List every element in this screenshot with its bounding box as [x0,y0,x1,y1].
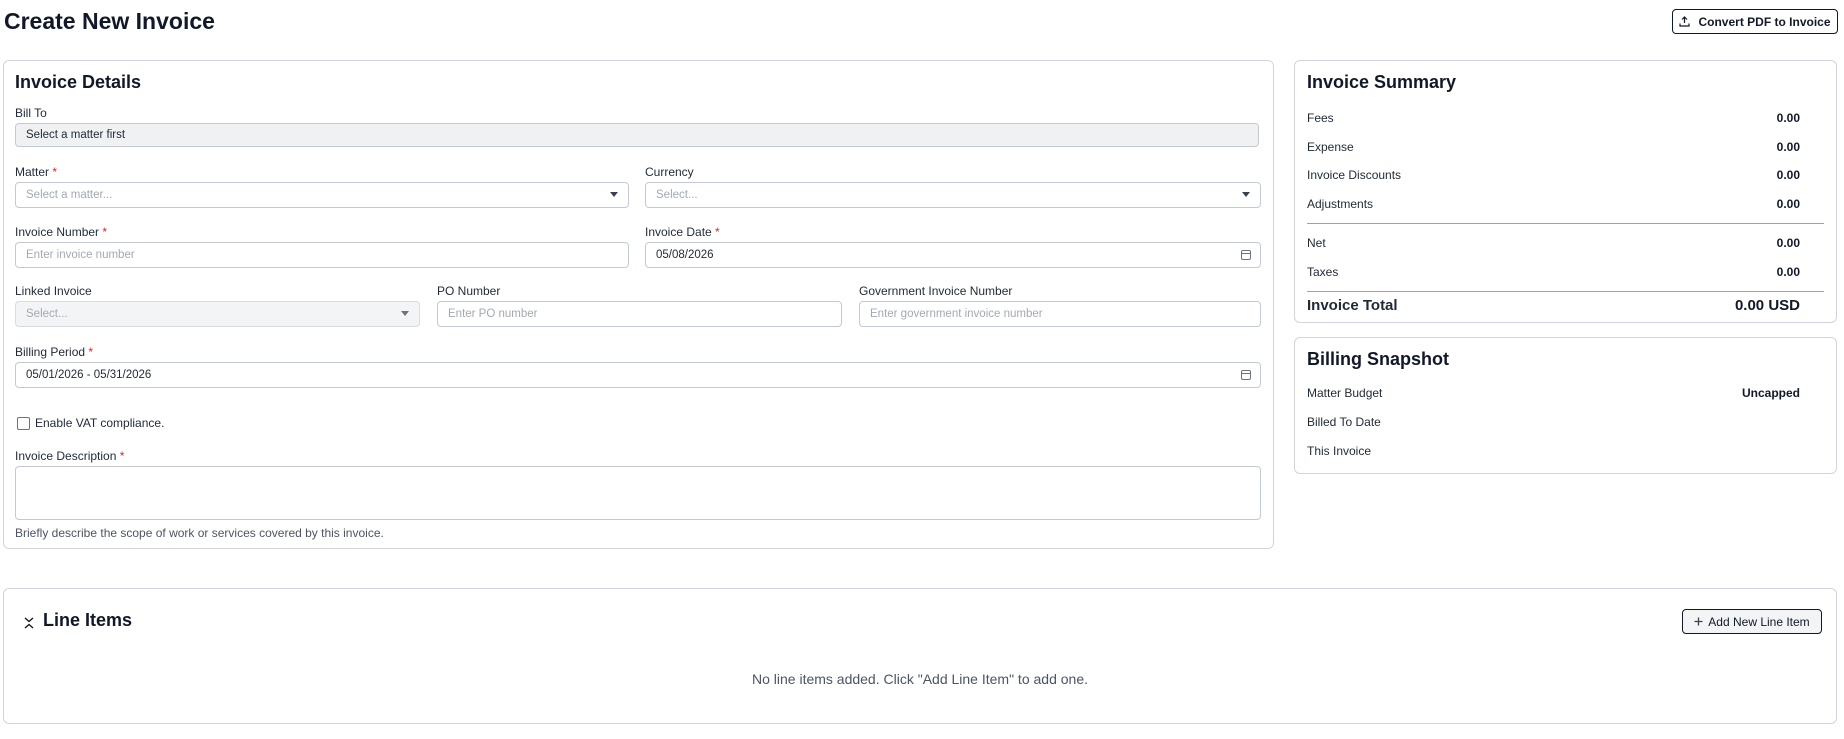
summary-divider [1307,291,1824,292]
gov-invoice-label: Government Invoice Number [859,284,1013,298]
description-textarea[interactable] [15,466,1261,520]
invoice-number-input[interactable] [26,249,618,261]
upload-icon [1679,16,1691,27]
calendar-icon[interactable] [1241,370,1251,380]
currency-select[interactable]: Select... [645,182,1261,208]
invoice-date-field[interactable]: 05/08/2026 [645,242,1261,268]
bill-to-label: Bill To [15,106,47,120]
invoice-summary-title: Invoice Summary [1307,72,1457,92]
billing-period-value: 05/01/2026 - 05/31/2026 [26,369,152,381]
vat-checkbox[interactable] [17,416,30,430]
invoice-number-label: Invoice Number * [15,225,108,239]
invoice-date-label: Invoice Date * [645,225,720,239]
convert-pdf-button[interactable]: Convert PDF to Invoice [1672,9,1838,34]
chevron-down-icon [1242,192,1250,197]
linked-invoice-placeholder: Select... [26,308,68,320]
vat-label: Enable VAT compliance. [35,416,165,430]
matter-label: Matter * [15,165,58,179]
add-line-item-label: Add New Line Item [1708,614,1810,629]
gov-invoice-field[interactable] [859,301,1261,327]
currency-placeholder: Select... [656,189,698,201]
gov-invoice-input[interactable] [870,308,1250,320]
line-items-card: Line Items Add New Line Item No line ite… [3,588,1837,724]
po-number-input[interactable] [448,308,831,320]
snapshot-row-billed: Billed To Date [1307,415,1381,429]
summary-row-taxes: Taxes 0.00 [1307,265,1800,279]
invoice-date-value: 05/08/2026 [656,249,714,261]
matter-placeholder: Select a matter... [26,189,113,201]
bill-to-field: Select a matter first [15,123,1259,147]
currency-label: Currency [645,165,694,179]
billing-period-field[interactable]: 05/01/2026 - 05/31/2026 [15,362,1261,388]
po-number-label: PO Number [437,284,501,298]
description-help: Briefly describe the scope of work or se… [15,526,384,540]
summary-divider [1307,223,1824,224]
page-title: Create New Invoice [4,8,215,34]
summary-row-expense: Expense 0.00 [1307,140,1800,154]
summary-row-net: Net 0.00 [1307,236,1800,250]
billing-snapshot-card: Billing Snapshot Matter Budget Uncapped B… [1294,337,1837,474]
linked-invoice-label: Linked Invoice [15,284,92,298]
description-label: Invoice Description * [15,449,125,463]
snapshot-row-budget: Matter Budget Uncapped [1307,386,1800,400]
chevron-down-icon [610,192,618,197]
summary-row-adjustments: Adjustments 0.00 [1307,197,1800,211]
chevron-down-icon [401,311,409,316]
po-number-field[interactable] [437,301,842,327]
add-line-item-button[interactable]: Add New Line Item [1682,609,1822,634]
chevrons-collapse-icon[interactable] [23,616,35,630]
vat-compliance-row[interactable]: Enable VAT compliance. [17,416,164,430]
summary-row-fees: Fees 0.00 [1307,111,1800,125]
billing-snapshot-title: Billing Snapshot [1307,349,1449,369]
summary-row-discounts: Invoice Discounts 0.00 [1307,168,1800,182]
calendar-icon[interactable] [1241,250,1251,260]
invoice-summary-card: Invoice Summary Fees 0.00 Expense 0.00 Inv… [1294,60,1837,323]
line-items-title: Line Items [43,610,133,630]
snapshot-row-this-invoice: This Invoice [1307,444,1372,458]
bill-to-value: Select a matter first [26,129,126,141]
line-items-empty-message: No line items added. Click "Add Line Ite… [751,671,1088,687]
convert-pdf-label: Convert PDF to Invoice [1698,14,1831,29]
invoice-number-field[interactable] [15,242,629,268]
matter-select[interactable]: Select a matter... [15,182,629,208]
invoice-details-title: Invoice Details [15,72,142,92]
summary-row-total: Invoice Total 0.00 USD [1307,297,1800,314]
invoice-details-card: Invoice Details Bill To Select a matter … [3,60,1274,549]
linked-invoice-select[interactable]: Select... [15,301,420,327]
billing-period-label: Billing Period * [15,345,94,359]
plus-icon [1694,617,1703,626]
